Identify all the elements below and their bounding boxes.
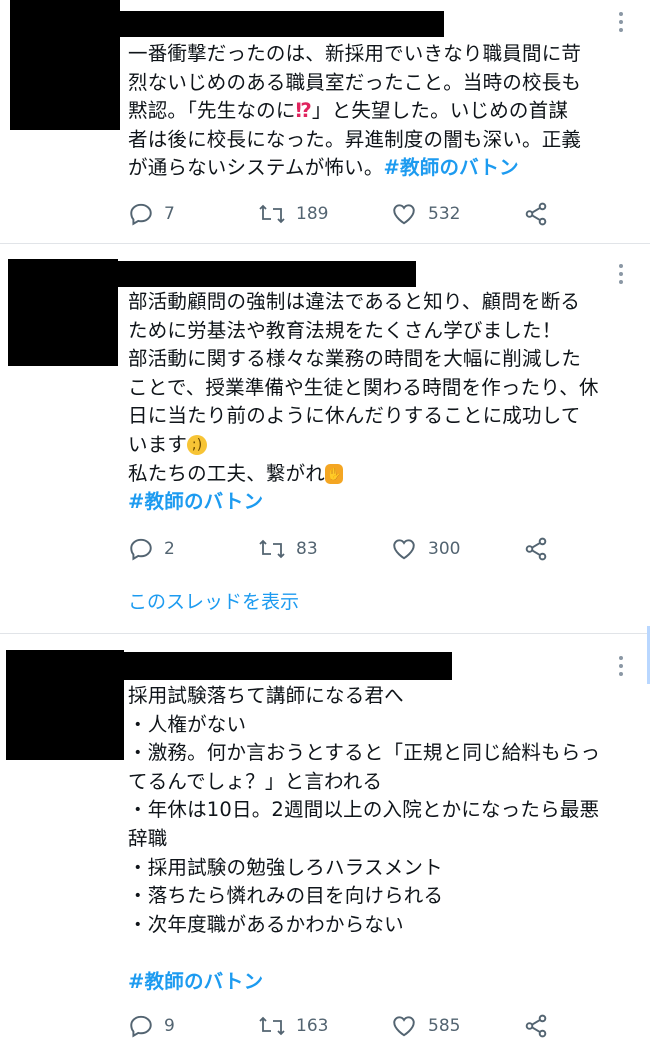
retweet-button[interactable]: 189 bbox=[258, 201, 328, 227]
reply-icon bbox=[130, 203, 152, 226]
share-button[interactable] bbox=[523, 1013, 549, 1039]
heart-icon bbox=[393, 1016, 415, 1037]
tweet-actions: 2 83 300 bbox=[128, 534, 568, 564]
heart-icon bbox=[393, 539, 415, 560]
share-icon bbox=[525, 202, 547, 226]
tweet-text: 採用試験落ちて講師になる君へ ・人権がない ・激務。何か言おうとすると「正規と同… bbox=[128, 684, 601, 993]
author-name-redacted bbox=[118, 652, 452, 680]
tweet-text: 部活動顧問の強制は違法であると知り、顧問を断る ために労基法や教育法規をたくさん… bbox=[128, 290, 599, 514]
retweet-button[interactable]: 163 bbox=[258, 1013, 328, 1039]
tweet-2[interactable]: 部活動顧問の強制は違法であると知り、顧問を断る ために労基法や教育法規をたくさん… bbox=[0, 244, 650, 632]
hashtag-link[interactable]: #教師のバトン bbox=[128, 970, 263, 993]
hashtag-link[interactable]: #教師のバトン bbox=[384, 156, 519, 179]
reply-icon bbox=[130, 538, 152, 561]
like-button[interactable]: 532 bbox=[390, 201, 460, 227]
more-icon[interactable] bbox=[618, 264, 624, 284]
raising-hand-emoji: ✋ bbox=[325, 464, 344, 485]
author-name-redacted bbox=[118, 261, 416, 287]
reply-button[interactable]: 2 bbox=[128, 536, 175, 562]
share-button[interactable] bbox=[523, 201, 549, 227]
share-icon bbox=[525, 537, 547, 561]
like-button[interactable]: 300 bbox=[390, 536, 460, 562]
show-thread-link[interactable]: このスレッドを表示 bbox=[128, 587, 299, 614]
avatar-redacted bbox=[8, 259, 118, 366]
avatar-redacted bbox=[6, 650, 124, 760]
heart-icon bbox=[393, 204, 415, 225]
interrobang-emoji: ⁉ bbox=[295, 99, 312, 123]
share-button[interactable] bbox=[523, 536, 549, 562]
more-icon[interactable] bbox=[618, 656, 624, 676]
tweet-1[interactable]: 一番衝撃だったのは、新採用でいきなり職員間に苛 烈ないじめのある職員室だったこと… bbox=[0, 0, 650, 243]
retweet-button[interactable]: 83 bbox=[258, 536, 318, 562]
reply-icon bbox=[130, 1015, 152, 1038]
retweet-icon bbox=[259, 539, 285, 559]
retweet-icon bbox=[259, 204, 285, 224]
tweet-3[interactable]: 採用試験落ちて講師になる君へ ・人権がない ・激務。何か言おうとすると「正規と同… bbox=[0, 634, 650, 1051]
like-button[interactable]: 585 bbox=[390, 1013, 460, 1039]
share-icon bbox=[525, 1014, 547, 1038]
tweet-actions: 9 163 585 bbox=[128, 1011, 568, 1041]
reply-button[interactable]: 7 bbox=[128, 201, 175, 227]
retweet-icon bbox=[259, 1016, 285, 1036]
tweet-text: 一番衝撃だったのは、新採用でいきなり職員間に苛 烈ないじめのある職員室だったこと… bbox=[128, 42, 582, 180]
hashtag-link[interactable]: #教師のバトン bbox=[128, 490, 263, 513]
more-icon[interactable] bbox=[618, 12, 624, 32]
avatar-redacted bbox=[10, 0, 120, 130]
author-name-redacted bbox=[118, 11, 444, 37]
tweet-actions: 7 189 532 bbox=[128, 199, 568, 229]
reply-button[interactable]: 9 bbox=[128, 1013, 175, 1039]
wink-emoji: ;) bbox=[187, 435, 208, 456]
